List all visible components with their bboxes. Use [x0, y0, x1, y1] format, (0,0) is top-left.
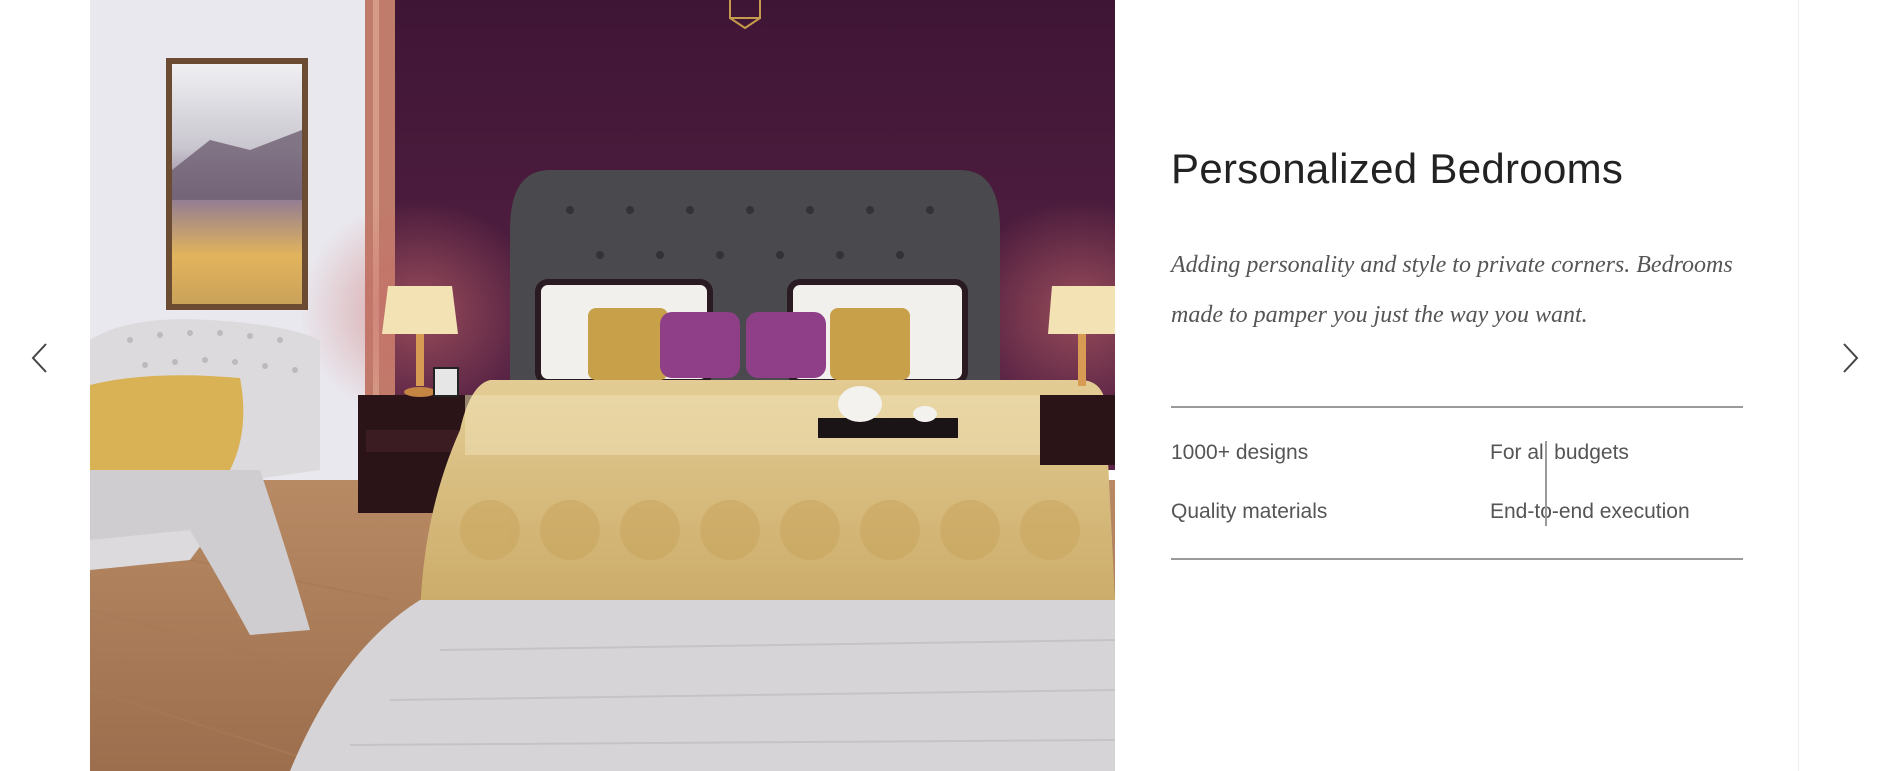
previous-slide-button[interactable]: [20, 338, 60, 378]
bedroom-photo: [90, 0, 1115, 771]
chevron-left-icon: [31, 343, 47, 373]
feature-divider: [1545, 441, 1547, 526]
feature-materials: Quality materials: [1171, 500, 1328, 523]
next-slide-button[interactable]: [1830, 338, 1870, 378]
slide-info: Personalized Bedrooms Adding personality…: [1171, 0, 1771, 771]
slide-description: Adding personality and style to private …: [1171, 252, 1733, 328]
chevron-right-icon: [1843, 343, 1859, 373]
feature-budgets: For all budgets: [1490, 441, 1629, 464]
slide-title: Personalized Bedrooms: [1171, 145, 1624, 192]
feature-designs: 1000+ designs: [1171, 441, 1309, 464]
divider-bottom: [1171, 558, 1743, 560]
card-edge: [1798, 0, 1799, 771]
divider-top: [1171, 406, 1743, 408]
slide-card: Personalized Bedrooms Adding personality…: [90, 0, 1798, 771]
feature-execution: End-to-end execution: [1490, 500, 1690, 523]
